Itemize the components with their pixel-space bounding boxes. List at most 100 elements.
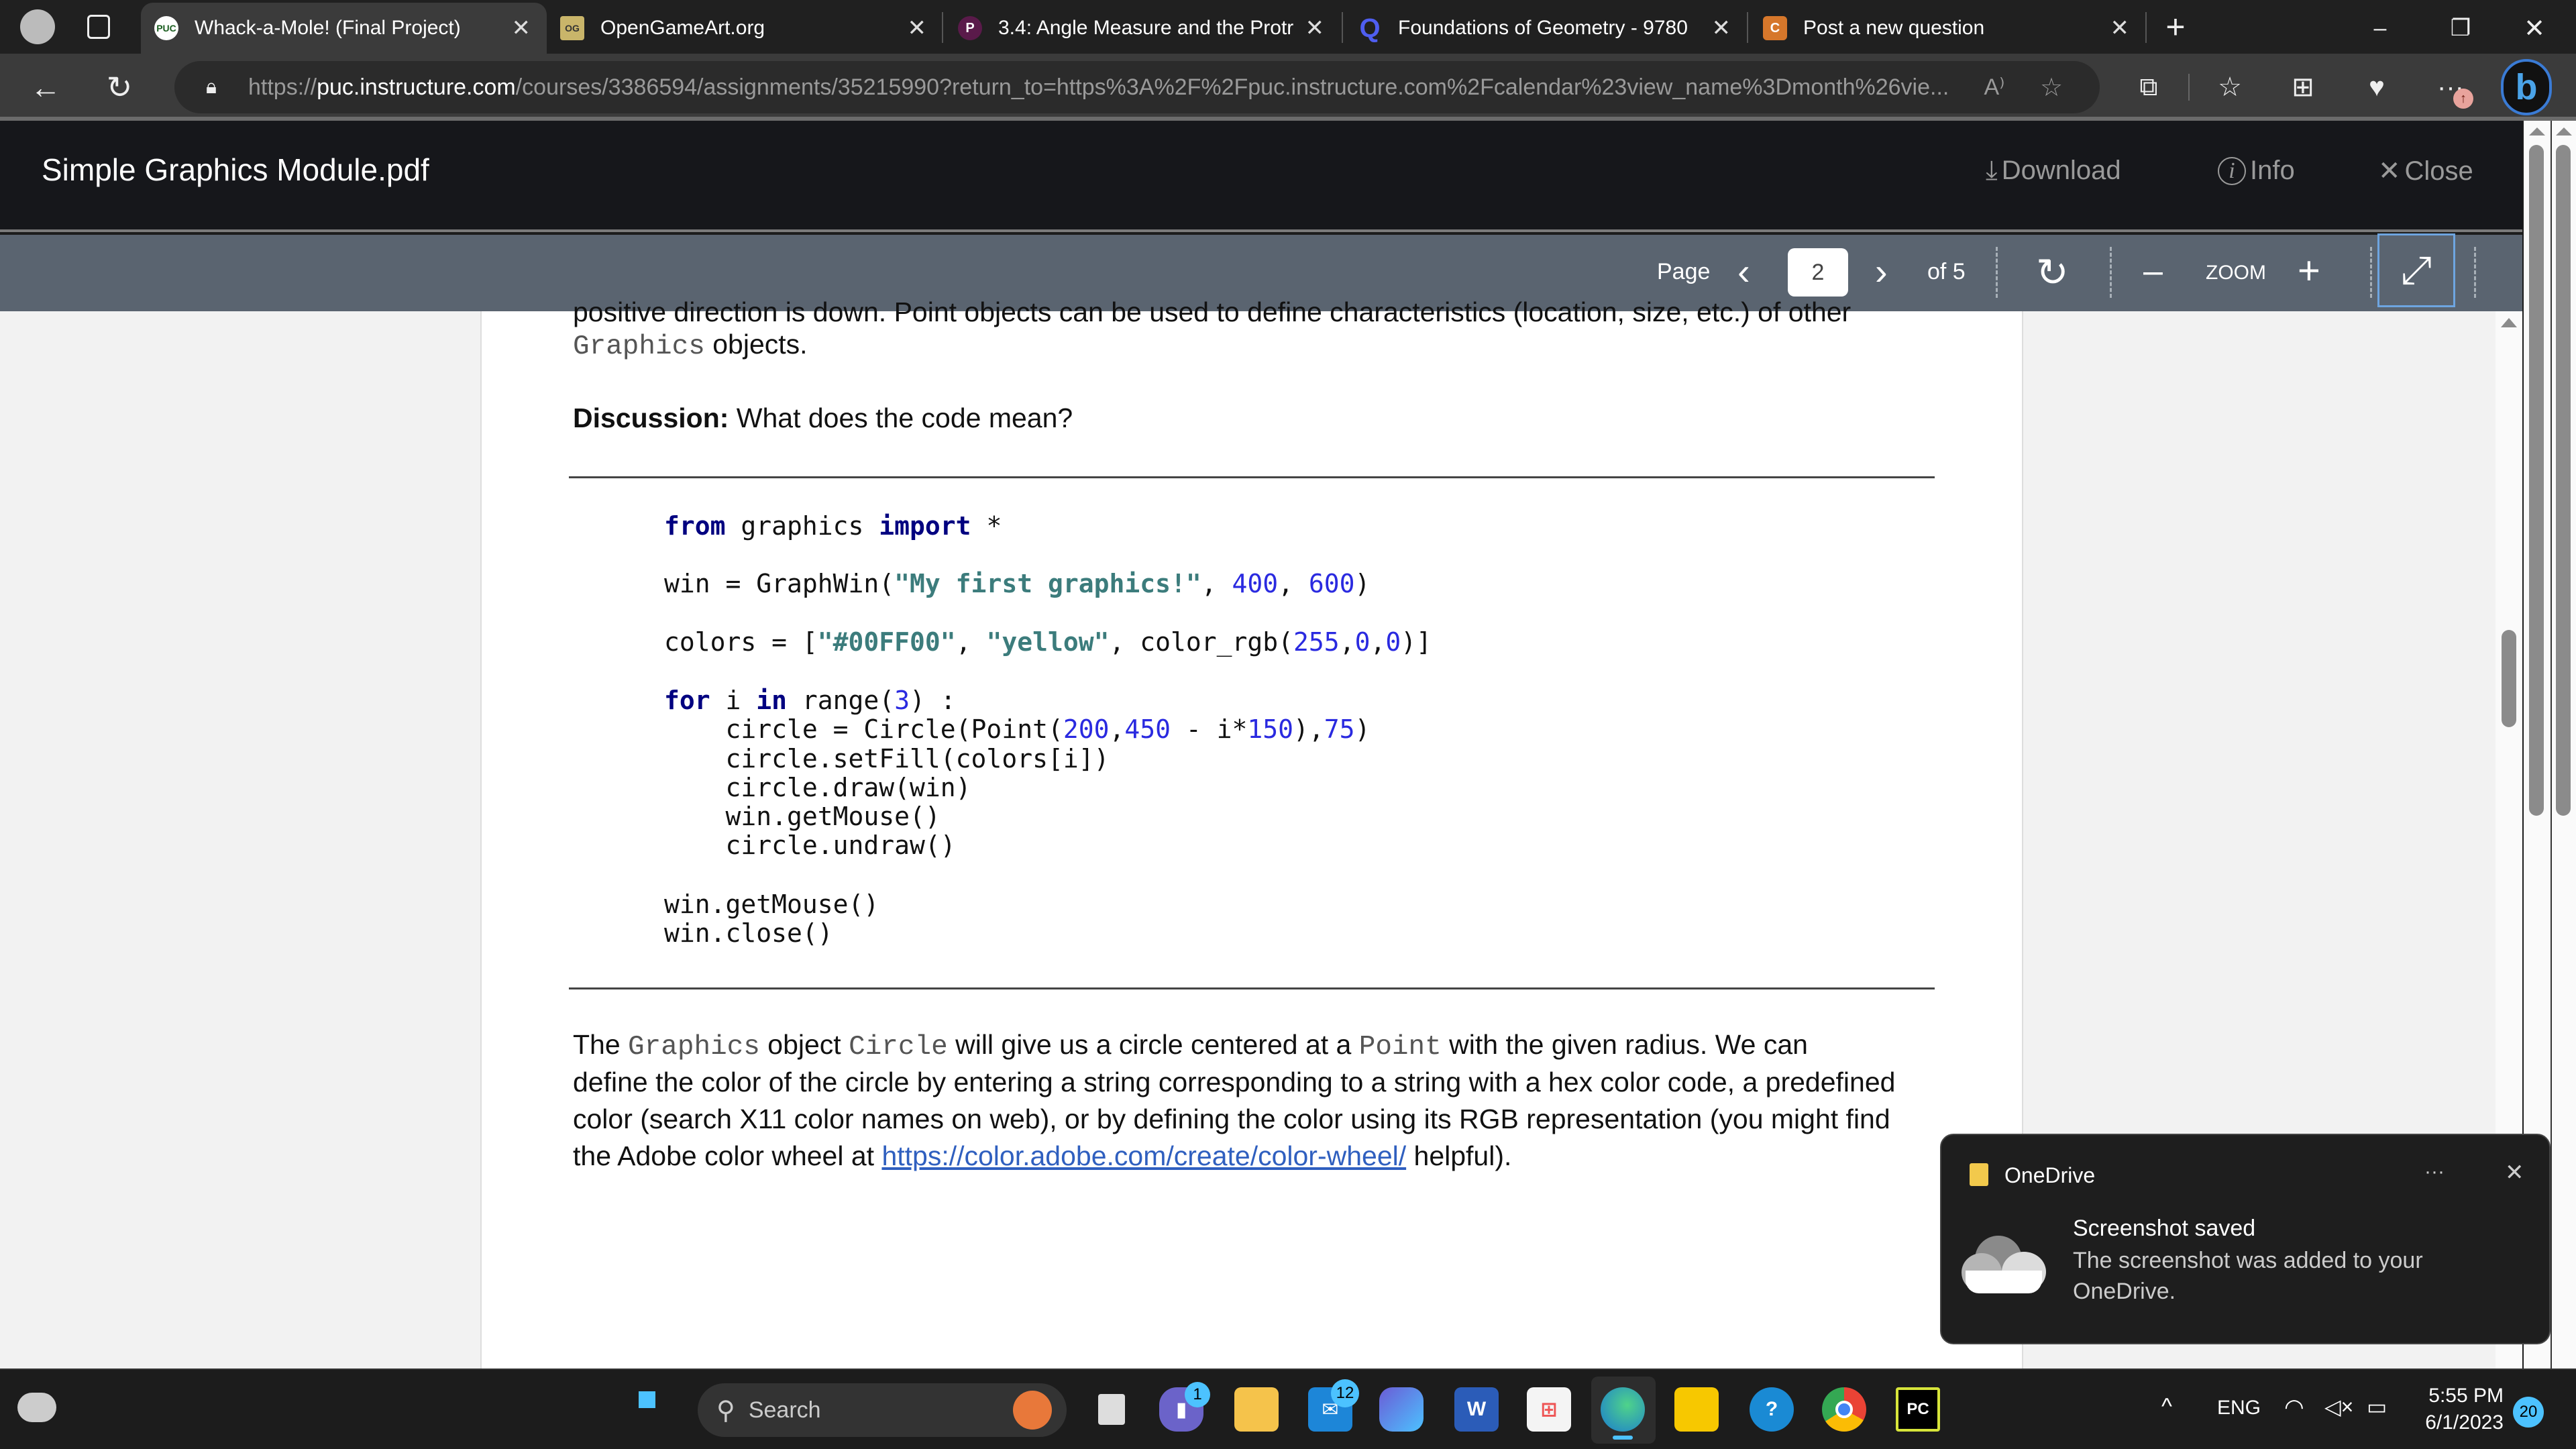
paragraph-line: the Adobe color wheel at https://color.a… <box>573 1140 1512 1171</box>
new-tab-button[interactable]: + <box>2157 8 2194 46</box>
document-scroll-thumb[interactable] <box>2502 630 2516 727</box>
refresh-icon[interactable]: ↻ <box>101 68 138 106</box>
lock-icon[interactable]: 🔒︎ <box>200 74 223 100</box>
scroll-up-arrow[interactable] <box>2501 318 2517 327</box>
tab-opengameart[interactable]: OG OpenGameArt.org ✕ <box>547 3 943 54</box>
volume-muted-icon[interactable]: ◁× <box>2324 1394 2353 1419</box>
discussion-heading: Discussion: What does the code mean? <box>573 402 1073 434</box>
window-close-button[interactable]: ✕ <box>2516 9 2553 47</box>
scroll-up-arrow[interactable] <box>2556 127 2572 136</box>
minimize-button[interactable]: – <box>2361 9 2399 47</box>
tab-divider <box>942 12 943 43</box>
onedrive-app-name: OneDrive <box>2004 1163 2096 1187</box>
bing-copilot-icon[interactable]: b <box>2501 59 2552 115</box>
language-indicator[interactable]: ENG <box>2217 1397 2261 1419</box>
notification-count-badge[interactable]: 20 <box>2513 1397 2544 1428</box>
code-line: win.close() <box>664 918 833 948</box>
get-help-button[interactable]: ? <box>1750 1387 1794 1432</box>
onedrive-cloud-icon <box>1962 1236 2046 1293</box>
close-tab-icon[interactable]: ✕ <box>512 15 531 42</box>
pycharm-button[interactable]: PC <box>1896 1387 1940 1432</box>
teams-badge: 1 <box>1185 1382 1210 1407</box>
url-input[interactable]: 🔒︎ https://puc.instructure.com/courses/3… <box>174 61 2100 113</box>
code-line: win.getMouse() <box>664 802 941 831</box>
close-tab-icon[interactable]: ✕ <box>1305 15 1325 42</box>
paragraph-line: define the color of the circle by enteri… <box>573 1067 1896 1097</box>
pdf-page: positive direction is down. Point object… <box>480 297 2023 1368</box>
close-viewer-button[interactable]: ✕ Close <box>2378 156 2473 186</box>
adobe-color-wheel-link[interactable]: https://color.adobe.com/create/color-whe… <box>881 1140 1406 1171</box>
quizlet-favicon-icon: Q <box>1359 13 1381 43</box>
browser-essentials-icon[interactable]: ♥ <box>2358 68 2396 106</box>
microsoft-store-button[interactable]: ⊞ <box>1527 1387 1571 1432</box>
page-count: of 5 <box>1927 259 1966 284</box>
restore-button[interactable]: ❐ <box>2442 9 2479 47</box>
zoom-out-button[interactable]: – <box>2143 251 2163 291</box>
search-icon: ⚲ <box>716 1396 735 1425</box>
download-button[interactable]: ⤓ Download <box>1986 156 2121 186</box>
windows-logo-icon <box>639 1391 655 1408</box>
favorites-icon[interactable]: ☆ <box>2211 68 2249 106</box>
start-button[interactable] <box>635 1387 679 1432</box>
extensions-icon[interactable]: ⧉ <box>2130 68 2167 106</box>
clock-date[interactable]: 6/1/2023 <box>2415 1411 2504 1434</box>
puc-favicon-icon: PUC <box>154 16 178 40</box>
paragraph-line: The Graphics object Circle will give us … <box>573 1029 1808 1063</box>
fullscreen-button[interactable]: ⤢ <box>2377 233 2455 307</box>
discussion-label: Discussion: <box>573 402 729 433</box>
wifi-icon[interactable]: ◠ <box>2284 1394 2304 1421</box>
tab-title: OpenGameArt.org <box>600 17 765 39</box>
tab-divider <box>2145 12 2147 43</box>
profile-avatar[interactable] <box>20 9 55 44</box>
page-scroll-thumb[interactable] <box>2529 145 2544 816</box>
previous-page-button[interactable]: ‹ <box>1737 250 1750 293</box>
search-label: Search <box>748 1397 821 1423</box>
clock-time[interactable]: 5:55 PM <box>2428 1385 2504 1407</box>
task-view-icon <box>1098 1394 1125 1425</box>
tab-post-question[interactable]: C Post a new question ✕ <box>1750 3 2145 54</box>
zoom-in-button[interactable]: + <box>2298 248 2320 293</box>
next-page-button[interactable]: › <box>1875 250 1888 293</box>
document-viewer-header: Simple Graphics Module.pdf ⤓ Download i In… <box>0 121 2522 232</box>
word-button[interactable]: W <box>1454 1387 1499 1432</box>
tab-whack-a-mole[interactable]: PUC Whack-a-Mole! (Final Project) ✕ <box>141 3 547 54</box>
tab-angle-measure[interactable]: P 3.4: Angle Measure and the Protr ✕ <box>945 3 1340 54</box>
chrome-icon <box>1835 1401 1853 1418</box>
zoom-label: ZOOM <box>2206 262 2266 284</box>
toolbar-divider <box>2188 74 2190 101</box>
more-options-button[interactable]: ··· <box>2424 1161 2445 1183</box>
scrollbar-divider <box>2551 121 2552 1368</box>
close-tab-icon[interactable]: ✕ <box>908 15 927 42</box>
rotate-button[interactable]: ↻ <box>2036 250 2069 295</box>
show-hidden-icons-button[interactable]: ^ <box>2161 1394 2172 1420</box>
toast-close-button[interactable]: ✕ <box>2505 1159 2524 1186</box>
code-line: from graphics import * <box>664 511 1002 541</box>
onedrive-notification[interactable]: OneDrive ··· ✕ Screenshot saved The scre… <box>1940 1134 2551 1344</box>
code-line: win = GraphWin("My first graphics!", 400… <box>664 569 1371 598</box>
tab-bar: PUC Whack-a-Mole! (Final Project) ✕ OG O… <box>0 0 2576 54</box>
discussion-text: What does the code mean? <box>729 402 1073 433</box>
chrome-button[interactable] <box>1822 1387 1866 1432</box>
window-scroll-thumb[interactable] <box>2556 145 2571 816</box>
task-view-button[interactable] <box>1089 1387 1134 1432</box>
copilot-button[interactable] <box>1379 1387 1424 1432</box>
add-favorite-icon[interactable]: ☆ <box>2036 72 2067 103</box>
sticky-notes-button[interactable] <box>1674 1387 1719 1432</box>
tab-foundations-geometry[interactable]: Q Foundations of Geometry - 9780 ✕ <box>1344 3 1747 54</box>
file-explorer-button[interactable] <box>1234 1387 1279 1432</box>
edge-button[interactable] <box>1601 1387 1645 1432</box>
page-number-input[interactable]: 2 <box>1788 248 1848 297</box>
weather-widget-icon[interactable] <box>17 1393 56 1422</box>
info-button[interactable]: i Info <box>2218 156 2295 186</box>
collections-icon[interactable]: ⊞ <box>2284 68 2322 106</box>
battery-icon[interactable]: ▭ <box>2367 1394 2387 1419</box>
close-tab-icon[interactable]: ✕ <box>1712 15 1731 42</box>
vertical-tabs-icon[interactable] <box>87 15 110 39</box>
scroll-up-arrow[interactable] <box>2529 127 2545 136</box>
back-icon[interactable]: ← <box>27 68 64 106</box>
close-tab-icon[interactable]: ✕ <box>2110 15 2130 42</box>
search-highlight-basketball-icon <box>1013 1391 1052 1430</box>
tab-title: Foundations of Geometry - 9780 <box>1398 17 1688 39</box>
read-aloud-icon[interactable]: A⁾ <box>1979 72 2010 103</box>
taskbar-search[interactable]: ⚲ Search <box>698 1383 1067 1437</box>
